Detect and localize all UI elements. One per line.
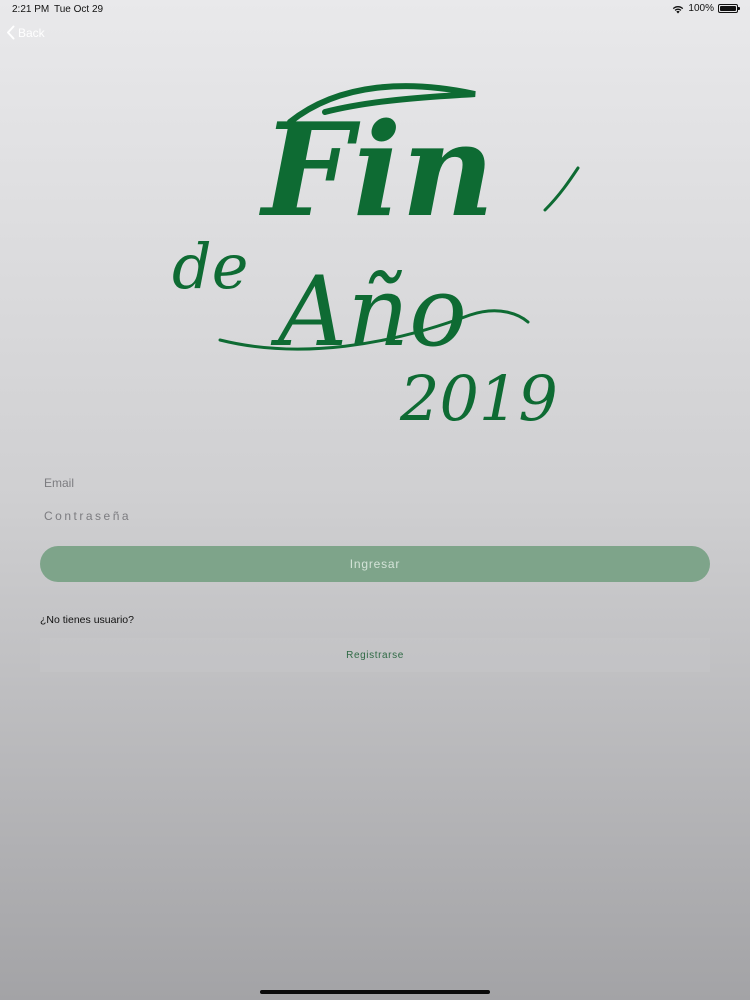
status-time: 2:21 PM (12, 4, 50, 15)
logo-year: 2019 (399, 362, 558, 435)
event-logo: Fin de Año 2019 (150, 60, 600, 460)
login-button-label: Ingresar (349, 557, 401, 571)
logo-word-ano: Año (270, 256, 467, 368)
email-field[interactable] (40, 471, 710, 495)
no-user-label: ¿No tienes usuario? (40, 614, 134, 626)
register-button-label: Registrarse (346, 649, 404, 661)
logo-flourish-right (543, 166, 580, 212)
status-indicators: 100% (672, 3, 740, 14)
home-indicator (260, 990, 490, 994)
logo-word-de: de (172, 230, 248, 303)
back-button[interactable]: Back (6, 25, 45, 40)
status-date: Tue Oct 29 (54, 4, 104, 15)
status-bar: 2:21 PM Tue Oct 29 100% (0, 0, 750, 20)
login-button[interactable]: Ingresar (40, 546, 710, 582)
wifi-icon (673, 5, 684, 13)
register-button[interactable]: Registrarse (40, 638, 710, 672)
logo-word-fin: Fin (259, 96, 495, 246)
battery-percentage: 100% (688, 3, 714, 14)
password-field[interactable] (40, 504, 710, 528)
back-label: Back (18, 25, 45, 40)
chevron-left-icon (7, 25, 15, 40)
battery-icon (718, 4, 740, 13)
event-logo-graphic: Fin de Año 2019 (172, 83, 580, 435)
